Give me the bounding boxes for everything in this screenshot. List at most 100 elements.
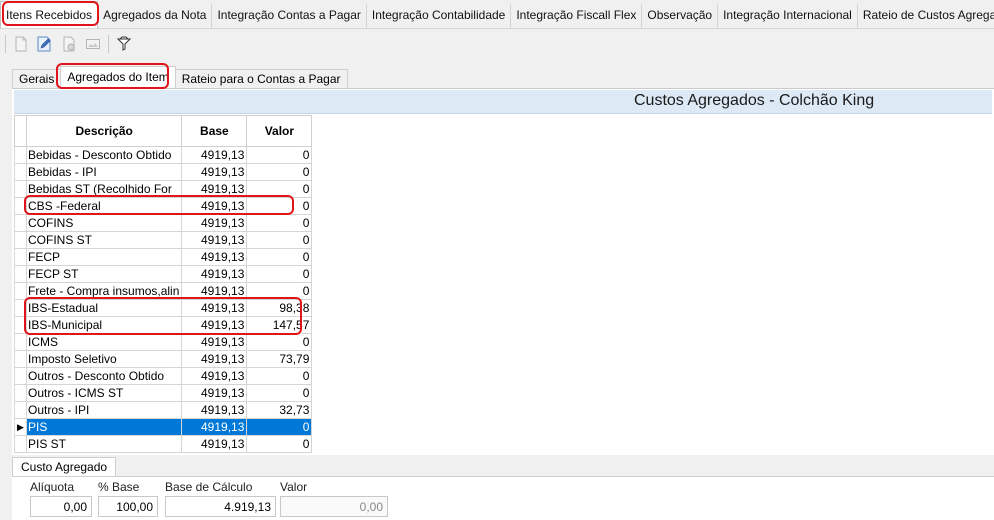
row-indicator[interactable] [14,401,27,419]
row-indicator[interactable] [14,163,27,181]
cell-base[interactable]: 4919,13 [181,418,248,436]
tab-integracao-internacional[interactable]: Integração Internacional [718,4,858,28]
cell-valor[interactable]: 0 [246,265,313,283]
cell-base[interactable]: 4919,13 [181,163,248,181]
tab-custo-agregado[interactable]: Custo Agregado [12,457,117,477]
row-indicator[interactable] [14,316,27,334]
table-row[interactable]: FECP ST 4919,13 0 [14,265,313,283]
cell-valor[interactable]: 0 [246,231,313,249]
table-row[interactable]: ICMS 4919,13 0 [14,333,313,351]
cell-valor[interactable]: 0 [246,384,313,402]
row-indicator[interactable] [14,367,27,385]
table-row[interactable]: IBS-Municipal 4919,13 147,57 [14,316,313,334]
tab-itens-recebidos[interactable]: Itens Recebidos [0,1,99,28]
row-indicator[interactable] [14,333,27,351]
table-row[interactable]: FECP 4919,13 0 [14,248,313,266]
cell-descricao[interactable]: CBS -Federal [25,197,183,215]
cell-descricao[interactable]: Outros - ICMS ST [25,384,183,402]
tab-integracao-contabilidade[interactable]: Integração Contabilidade [367,4,512,28]
cell-valor[interactable]: 0 [246,418,313,436]
percent-base-field[interactable]: 100,00 [98,496,158,517]
cell-valor[interactable]: 32,73 [246,401,313,419]
cell-base[interactable]: 4919,13 [181,316,248,334]
table-row[interactable]: IBS-Estadual 4919,13 98,38 [14,299,313,317]
cell-descricao[interactable]: IBS-Estadual [25,299,183,317]
cell-descricao[interactable]: IBS-Municipal [25,316,183,334]
delete-document-icon[interactable] [59,34,79,54]
row-indicator[interactable] [14,197,27,215]
cell-valor[interactable]: 0 [246,180,313,198]
table-row[interactable]: Outros - ICMS ST 4919,13 0 [14,384,313,402]
cell-valor[interactable]: 0 [246,146,313,164]
table-row[interactable]: COFINS ST 4919,13 0 [14,231,313,249]
row-indicator[interactable] [14,231,27,249]
row-indicator[interactable] [14,214,27,232]
cell-base[interactable]: 4919,13 [181,248,248,266]
cell-base[interactable]: 4919,13 [181,180,248,198]
filter-icon[interactable] [114,34,134,54]
cell-descricao[interactable]: Frete - Compra insumos,alin [25,282,183,300]
row-indicator[interactable] [14,180,27,198]
tab-agregados-do-item[interactable]: Agregados do Item [60,66,176,88]
new-document-icon[interactable] [11,34,31,54]
tab-gerais[interactable]: Gerais [12,69,62,88]
cell-descricao[interactable]: COFINS ST [25,231,183,249]
cell-descricao[interactable]: Imposto Seletivo [25,350,183,368]
cell-base[interactable]: 4919,13 [181,333,248,351]
cell-valor[interactable]: 0 [246,333,313,351]
table-row[interactable]: Imposto Seletivo 4919,13 73,79 [14,350,313,368]
cell-descricao[interactable]: Bebidas ST (Recolhido For [25,180,183,198]
cell-valor[interactable]: 0 [246,248,313,266]
cell-base[interactable]: 4919,13 [181,214,248,232]
table-row[interactable]: COFINS 4919,13 0 [14,214,313,232]
tab-rateio-de-custos-agregado[interactable]: Rateio de Custos Agregado [858,4,994,28]
cell-valor[interactable]: 0 [246,214,313,232]
table-row[interactable]: Bebidas - IPI 4919,13 0 [14,163,313,181]
tab-integracao-contas-a-pagar[interactable]: Integração Contas a Pagar [212,4,367,28]
tab-rateio-contas-a-pagar[interactable]: Rateio para o Contas a Pagar [174,69,348,88]
cell-valor[interactable]: 0 [246,435,313,453]
image-icon[interactable] [83,34,103,54]
cell-descricao[interactable]: Bebidas - Desconto Obtido [25,146,183,164]
cell-descricao[interactable]: FECP ST [25,265,183,283]
cell-base[interactable]: 4919,13 [181,367,248,385]
table-row[interactable]: Frete - Compra insumos,alin 4919,13 0 [14,282,313,300]
cell-base[interactable]: 4919,13 [181,299,248,317]
column-header-valor[interactable]: Valor [246,115,313,147]
edit-document-icon[interactable] [35,34,55,54]
column-header-base[interactable]: Base [181,115,248,147]
row-indicator[interactable] [14,146,27,164]
cell-valor[interactable]: 0 [246,197,313,215]
cell-valor[interactable]: 0 [246,282,313,300]
cell-valor[interactable]: 73,79 [246,350,313,368]
cell-base[interactable]: 4919,13 [181,401,248,419]
tab-integracao-fiscall-flex[interactable]: Integração Fiscall Flex [511,4,643,28]
cell-descricao[interactable]: Bebidas - IPI [25,163,183,181]
row-indicator[interactable] [14,299,27,317]
table-row[interactable]: Bebidas ST (Recolhido For 4919,13 0 [14,180,313,198]
cell-valor[interactable]: 0 [246,367,313,385]
cell-descricao[interactable]: PIS ST [25,435,183,453]
tab-agregados-da-nota[interactable]: Agregados da Nota [98,4,213,28]
cell-valor[interactable]: 98,38 [246,299,313,317]
cell-descricao[interactable]: Outros - IPI [25,401,183,419]
cell-descricao[interactable]: PIS [25,418,183,436]
cell-descricao[interactable]: FECP [25,248,183,266]
row-indicator[interactable] [14,435,27,453]
row-indicator[interactable] [14,384,27,402]
table-row[interactable]: CBS -Federal 4919,13 0 [14,197,313,215]
cell-valor[interactable]: 0 [246,163,313,181]
row-indicator[interactable] [14,248,27,266]
base-calculo-field[interactable]: 4.919,13 [165,496,276,517]
cell-base[interactable]: 4919,13 [181,350,248,368]
cell-base[interactable]: 4919,13 [181,146,248,164]
cell-base[interactable]: 4919,13 [181,197,248,215]
table-row[interactable]: Outros - Desconto Obtido 4919,13 0 [14,367,313,385]
row-indicator[interactable] [14,265,27,283]
cell-base[interactable]: 4919,13 [181,265,248,283]
cell-descricao[interactable]: COFINS [25,214,183,232]
table-row[interactable]: Outros - IPI 4919,13 32,73 [14,401,313,419]
row-indicator[interactable] [14,282,27,300]
cell-base[interactable]: 4919,13 [181,384,248,402]
cell-valor[interactable]: 147,57 [246,316,313,334]
